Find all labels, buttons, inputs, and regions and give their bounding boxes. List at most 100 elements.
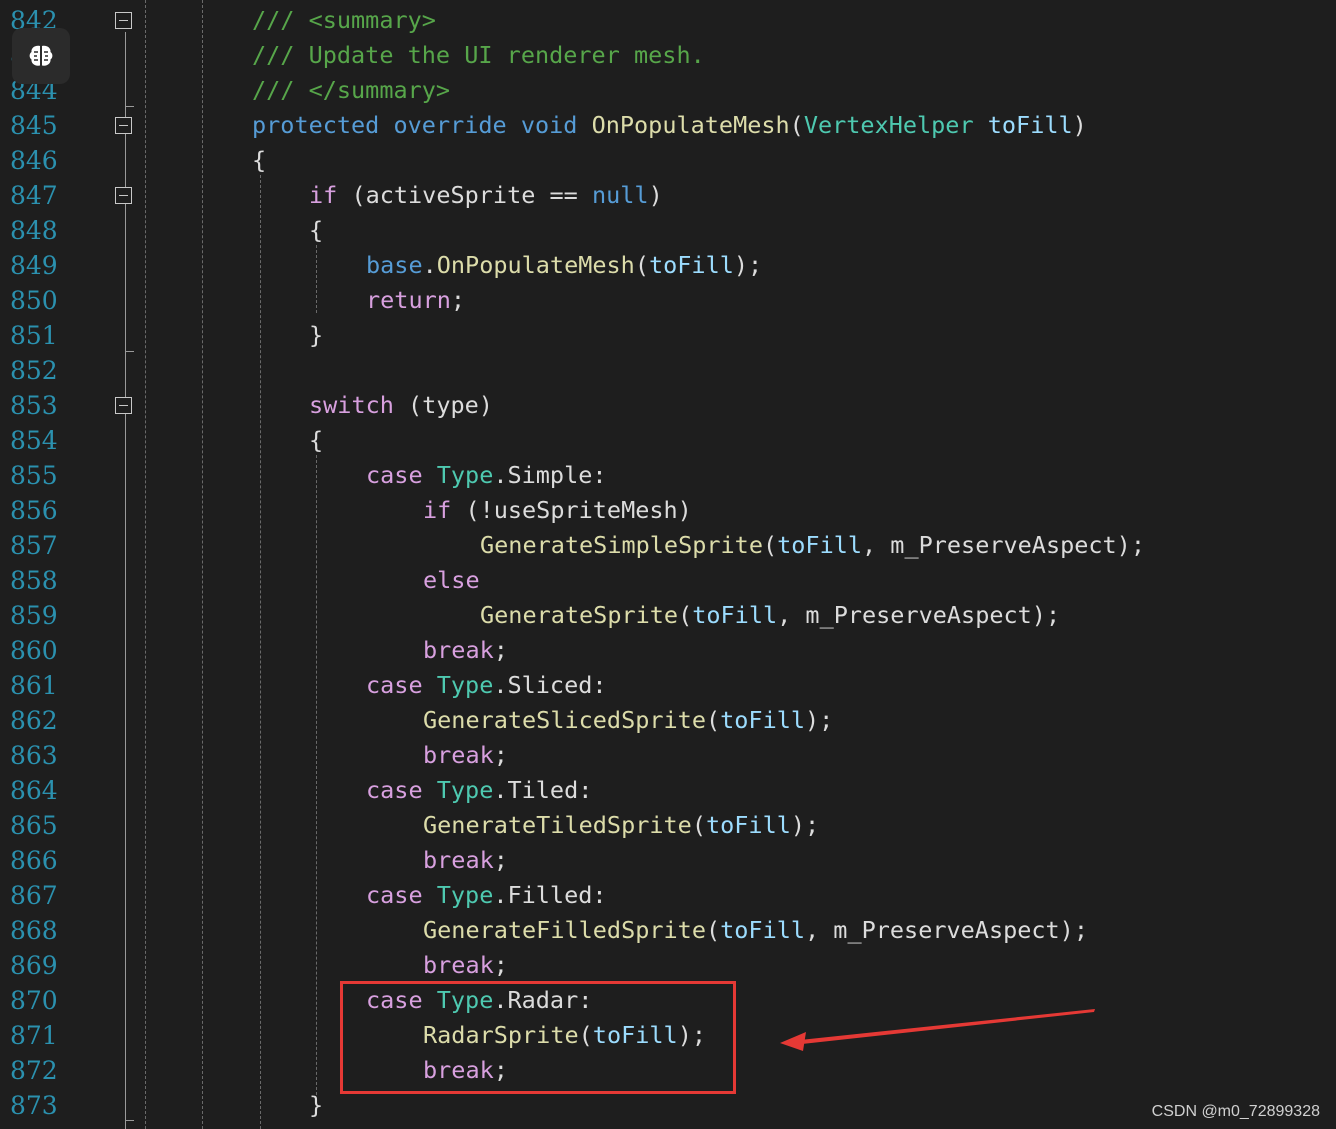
code-line-845[interactable]: 845 protected override void OnPopulateMes… <box>0 108 1336 143</box>
code-line-872[interactable]: 872 break; <box>0 1053 1336 1088</box>
code-token: ( <box>634 251 649 279</box>
code-text: } <box>309 318 323 353</box>
code-line-854[interactable]: 854 { <box>0 423 1336 458</box>
code-token: ) <box>648 181 663 209</box>
code-line-871[interactable]: 871 RadarSprite(toFill); <box>0 1018 1336 1053</box>
code-token: ( <box>578 1021 593 1049</box>
code-token: { <box>252 146 267 174</box>
line-number: 854 <box>10 426 58 455</box>
code-token: /// Update the UI renderer mesh. <box>252 41 705 69</box>
code-text: } <box>309 1088 323 1123</box>
code-token: OnPopulateMesh <box>591 111 790 139</box>
code-token: GenerateTiledSprite <box>423 811 692 839</box>
code-line-859[interactable]: 859 GenerateSprite(toFill, m_PreserveAspe… <box>0 598 1336 633</box>
line-number: 856 <box>10 496 58 525</box>
code-text: case Type.Tiled: <box>366 773 592 808</box>
code-line-849[interactable]: 849 base.OnPopulateMesh(toFill); <box>0 248 1336 283</box>
code-token: ( <box>678 601 693 629</box>
line-number: 857 <box>10 531 58 560</box>
code-token: RadarSprite <box>423 1021 579 1049</box>
code-line-860[interactable]: 860 break; <box>0 633 1336 668</box>
code-token: (activeSprite == <box>337 181 592 209</box>
code-token: GenerateSprite <box>480 601 679 629</box>
code-editor[interactable]: 842/// <summary>843/// Update the UI ren… <box>0 0 1336 1129</box>
line-number: 855 <box>10 461 58 490</box>
code-token: ; <box>493 846 508 874</box>
code-line-873[interactable]: 873} <box>0 1088 1336 1123</box>
code-line-870[interactable]: 870 case Type.Radar: <box>0 983 1336 1018</box>
code-token: ( <box>691 811 706 839</box>
code-line-850[interactable]: 850 return; <box>0 283 1336 318</box>
code-text: GenerateSimpleSprite(toFill, m_PreserveA… <box>480 528 1145 563</box>
line-number: 852 <box>10 356 58 385</box>
ai-assistant-badge[interactable] <box>12 28 70 84</box>
code-line-843[interactable]: 843/// Update the UI renderer mesh. <box>0 38 1336 73</box>
code-token: return <box>366 286 451 314</box>
code-text: /// Update the UI renderer mesh. <box>252 38 705 73</box>
collapse-icon[interactable] <box>115 12 132 29</box>
code-token: toFill <box>720 706 806 734</box>
line-number: 866 <box>10 846 58 875</box>
collapse-icon[interactable] <box>115 117 132 134</box>
code-token: .Simple: <box>493 461 607 489</box>
code-line-856[interactable]: 856 if (!useSpriteMesh) <box>0 493 1336 528</box>
code-text: if (!useSpriteMesh) <box>423 493 692 528</box>
code-line-858[interactable]: 858 else <box>0 563 1336 598</box>
collapse-icon[interactable] <box>115 187 132 204</box>
code-line-864[interactable]: 864 case Type.Tiled: <box>0 773 1336 808</box>
code-token: ); <box>677 1021 706 1049</box>
code-line-866[interactable]: 866 break; <box>0 843 1336 878</box>
code-line-863[interactable]: 863 break; <box>0 738 1336 773</box>
code-token: case <box>366 986 423 1014</box>
code-token: OnPopulateMesh <box>436 251 635 279</box>
code-line-861[interactable]: 861 case Type.Sliced: <box>0 668 1336 703</box>
code-text: else <box>423 563 480 598</box>
code-token: , m_PreserveAspect); <box>777 601 1061 629</box>
code-token: { <box>309 426 324 454</box>
code-token: toFill <box>720 916 806 944</box>
code-token: .Filled: <box>493 881 607 909</box>
code-token: ( <box>705 706 721 734</box>
code-line-868[interactable]: 868 GenerateFilledSprite(toFill, m_Preser… <box>0 913 1336 948</box>
code-text: GenerateTiledSprite(toFill); <box>423 808 819 843</box>
code-token: base <box>366 251 423 279</box>
code-token: { <box>309 216 324 244</box>
line-number: 851 <box>10 321 58 350</box>
code-line-855[interactable]: 855 case Type.Simple: <box>0 458 1336 493</box>
code-line-865[interactable]: 865 GenerateTiledSprite(toFill); <box>0 808 1336 843</box>
code-token: Type <box>436 671 494 699</box>
code-line-847[interactable]: 847 if (activeSprite == null) <box>0 178 1336 213</box>
code-line-852[interactable]: 852 <box>0 353 1336 388</box>
line-number: 863 <box>10 741 58 770</box>
code-line-842[interactable]: 842/// <summary> <box>0 3 1336 38</box>
code-token: Type <box>436 881 494 909</box>
code-text: break; <box>423 738 508 773</box>
collapse-icon[interactable] <box>115 397 132 414</box>
code-line-862[interactable]: 862 GenerateSlicedSprite(toFill); <box>0 703 1336 738</box>
code-token: break <box>423 846 494 874</box>
code-line-853[interactable]: 853 switch (type) <box>0 388 1336 423</box>
code-line-846[interactable]: 846 { <box>0 143 1336 178</box>
arrow-head <box>780 1032 806 1051</box>
code-line-848[interactable]: 848 { <box>0 213 1336 248</box>
watermark: CSDN @m0_72899328 <box>1151 1103 1320 1120</box>
code-token: , m_PreserveAspect); <box>805 916 1088 944</box>
code-line-869[interactable]: 869 break; <box>0 948 1336 983</box>
code-line-857[interactable]: 857 GenerateSimpleSprite(toFill, m_Preser… <box>0 528 1336 563</box>
code-token: ( <box>705 916 721 944</box>
code-line-851[interactable]: 851} <box>0 318 1336 353</box>
code-text: return; <box>366 283 465 318</box>
code-token: toFill <box>692 601 778 629</box>
code-token: case <box>366 776 423 804</box>
code-token: Type <box>436 776 494 804</box>
code-token: case <box>366 461 423 489</box>
code-token: ; <box>493 1056 508 1084</box>
code-line-844[interactable]: 844/// </summary> <box>0 73 1336 108</box>
code-token: else <box>423 566 480 594</box>
code-text: /// <summary> <box>252 3 436 38</box>
code-line-867[interactable]: 867 case Type.Filled: <box>0 878 1336 913</box>
